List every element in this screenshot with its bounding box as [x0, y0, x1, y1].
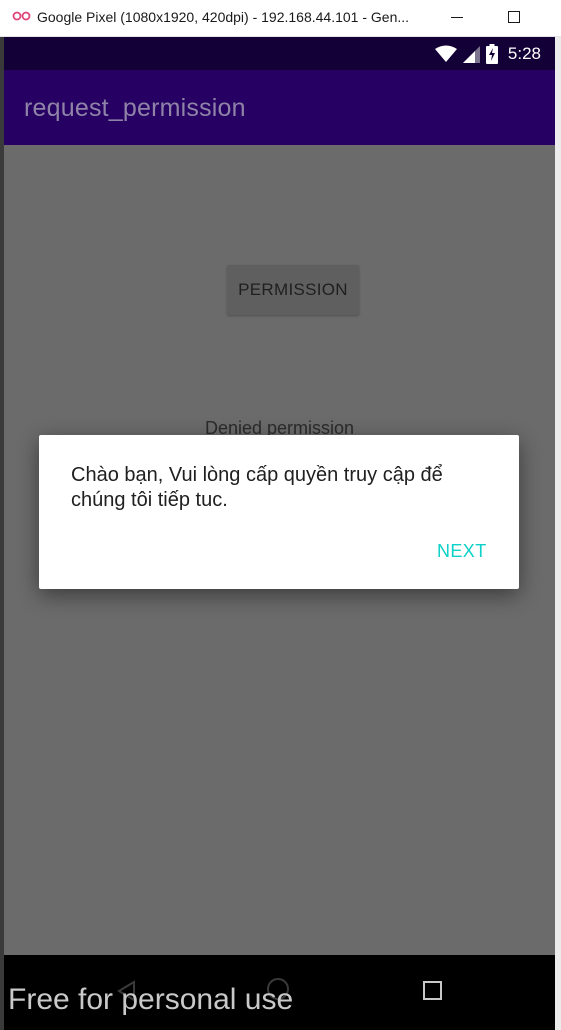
permission-button[interactable]: PERMISSION — [227, 265, 359, 315]
battery-charging-icon — [485, 44, 498, 64]
minimize-icon[interactable] — [451, 17, 463, 18]
frame-right — [555, 37, 561, 1030]
cellular-signal-icon — [462, 45, 480, 63]
permission-dialog: Chào bạn, Vui lòng cấp quyền truy cập để… — [39, 435, 519, 589]
genymotion-logo-icon — [12, 11, 31, 21]
maximize-icon[interactable] — [508, 11, 520, 23]
next-button[interactable]: NEXT — [437, 541, 487, 562]
app-title: request_permission — [24, 94, 246, 122]
navigation-bar — [4, 955, 555, 1030]
wifi-icon — [434, 45, 457, 62]
window-titlebar: Google Pixel (1080x1920, 420dpi) - 192.1… — [0, 0, 561, 37]
status-bar: 5:28 — [4, 37, 555, 70]
window-title: Google Pixel (1080x1920, 420dpi) - 192.1… — [37, 9, 410, 25]
back-icon[interactable] — [116, 980, 136, 1002]
app-bar: request_permission — [4, 70, 555, 145]
home-icon[interactable] — [267, 978, 289, 1000]
device-screen: 5:28 request_permission PERMISSION Denie… — [4, 37, 555, 1030]
dialog-message: Chào bạn, Vui lòng cấp quyền truy cập để… — [71, 464, 443, 511]
status-time: 5:28 — [507, 44, 541, 63]
recents-icon[interactable] — [423, 981, 442, 1000]
